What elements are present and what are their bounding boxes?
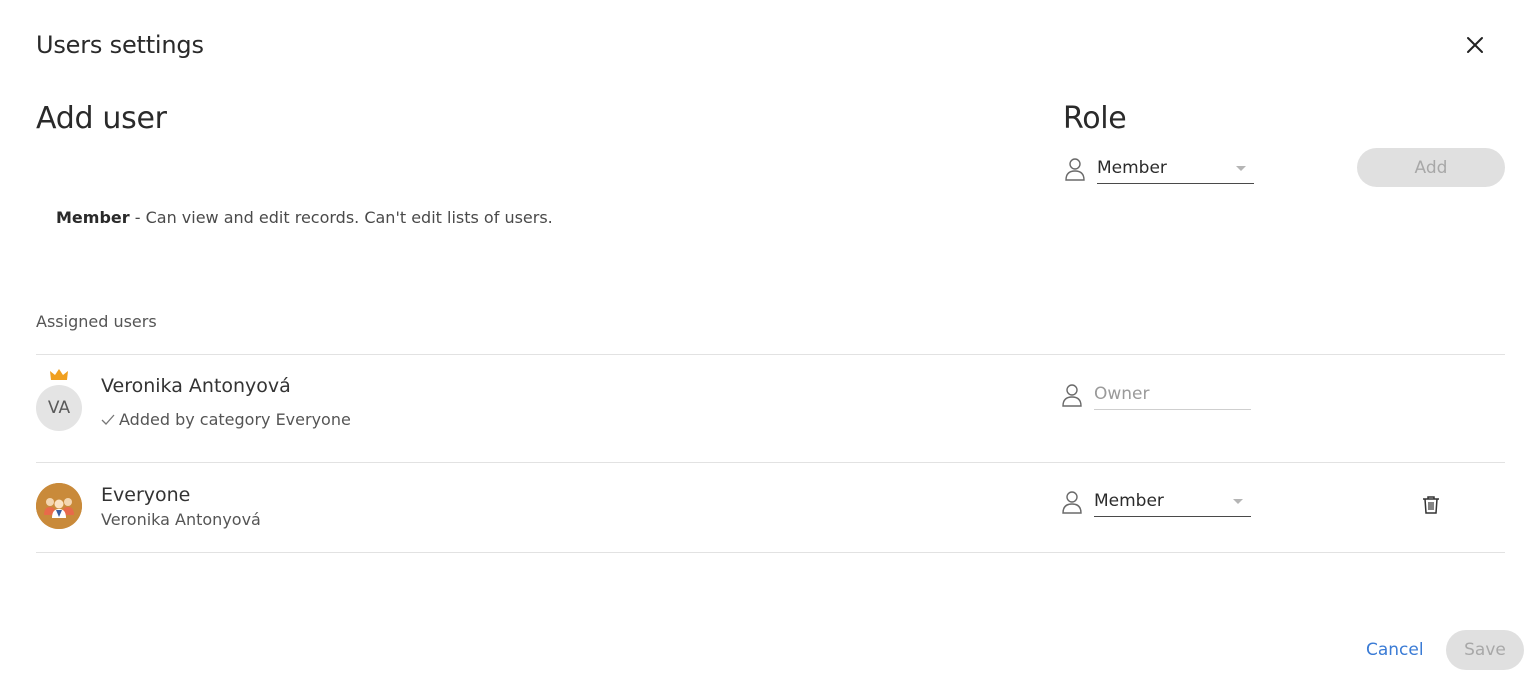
user-role-field[interactable]: Member bbox=[1094, 486, 1251, 517]
delete-user-button[interactable] bbox=[1421, 494, 1441, 516]
user-sub: Veronika Antonyová bbox=[101, 510, 261, 529]
save-button[interactable]: Save bbox=[1446, 630, 1524, 670]
user-role-value: Owner bbox=[1094, 384, 1150, 404]
user-sub-text: Veronika Antonyová bbox=[101, 510, 261, 529]
chevron-down-icon bbox=[1236, 165, 1246, 171]
role-description-role: Member bbox=[56, 208, 130, 227]
avatar: VA bbox=[36, 369, 82, 431]
role-description-text: - Can view and edit records. Can't edit … bbox=[129, 208, 553, 227]
close-icon bbox=[1467, 37, 1483, 53]
role-select[interactable]: Member bbox=[1063, 153, 1254, 184]
avatar-initials: VA bbox=[47, 398, 71, 418]
role-select-field[interactable]: Member bbox=[1097, 153, 1254, 184]
user-role-field: Owner bbox=[1094, 379, 1251, 410]
user-role-select[interactable]: Member bbox=[1060, 486, 1251, 517]
user-name: Everyone bbox=[101, 484, 191, 506]
table-row: VA Veronika Antonyová Added by category … bbox=[36, 354, 1505, 462]
cancel-button[interactable]: Cancel bbox=[1366, 640, 1424, 660]
role-select-value: Member bbox=[1097, 158, 1167, 178]
person-icon bbox=[1063, 155, 1087, 183]
user-name: Veronika Antonyová bbox=[101, 375, 291, 397]
user-role-value: Member bbox=[1094, 491, 1164, 511]
assigned-users-label: Assigned users bbox=[36, 312, 157, 331]
table-row: Everyone Veronika Antonyová Member bbox=[36, 462, 1505, 552]
user-sub: Added by category Everyone bbox=[101, 410, 351, 429]
add-user-title: Add user bbox=[36, 101, 167, 136]
role-description: Member - Can view and edit records. Can'… bbox=[56, 208, 553, 227]
divider bbox=[36, 552, 1505, 553]
user-sub-text: Added by category Everyone bbox=[119, 410, 351, 429]
dialog-title: Users settings bbox=[36, 31, 204, 59]
group-avatar-icon bbox=[36, 483, 82, 529]
role-title: Role bbox=[1063, 101, 1127, 136]
add-button[interactable]: Add bbox=[1357, 148, 1505, 187]
user-role-select: Owner bbox=[1060, 379, 1251, 410]
close-button[interactable] bbox=[1461, 31, 1489, 59]
person-icon bbox=[1060, 381, 1084, 409]
chevron-down-icon bbox=[1233, 498, 1243, 504]
crown-icon bbox=[50, 369, 68, 380]
check-icon bbox=[101, 414, 115, 425]
trash-icon bbox=[1423, 496, 1439, 514]
person-icon bbox=[1060, 488, 1084, 516]
